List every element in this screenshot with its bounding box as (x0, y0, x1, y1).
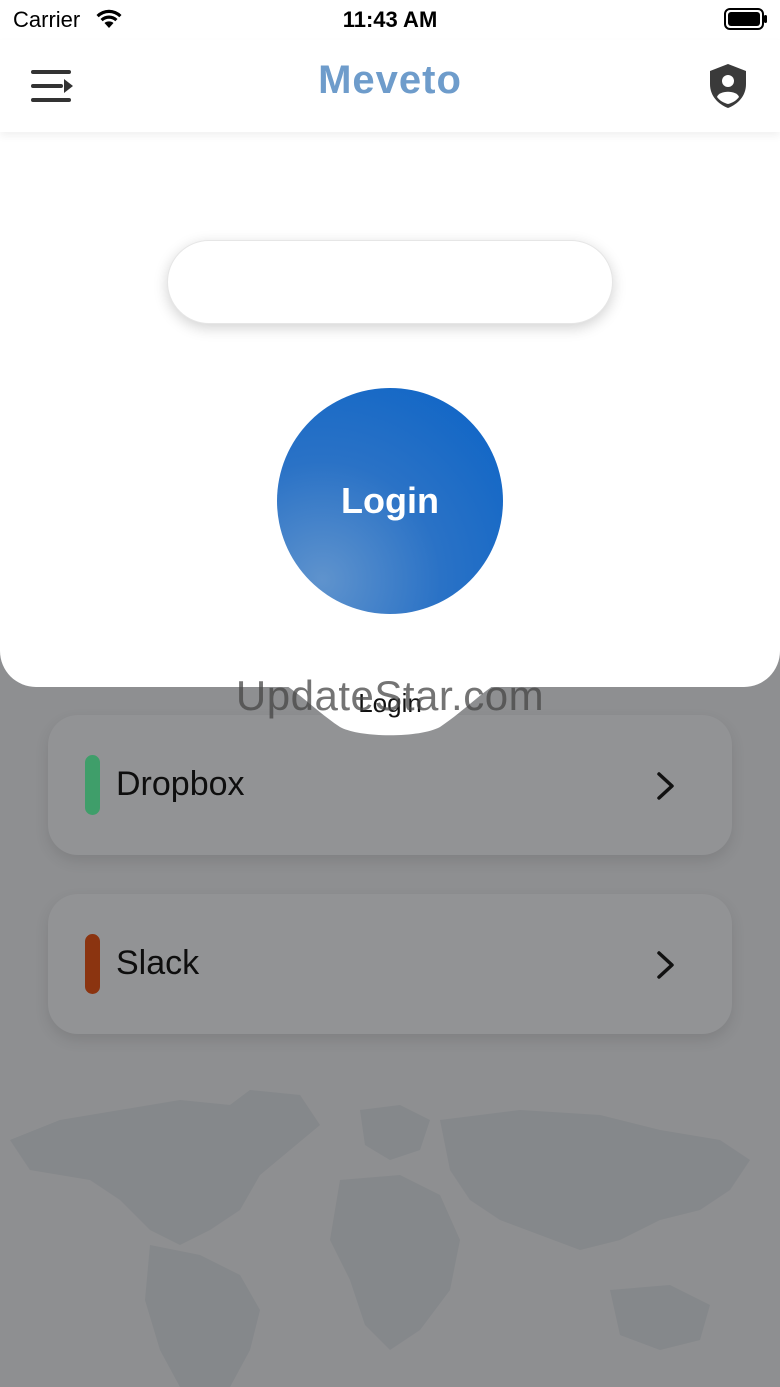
login-button-label: Login (341, 480, 439, 521)
battery-icon (724, 8, 767, 30)
service-color-bar (85, 755, 100, 815)
service-color-bar (85, 934, 100, 994)
identifier-input[interactable] (167, 240, 613, 324)
status-time: 11:43 AM (342, 7, 438, 32)
chevron-right-icon (657, 951, 674, 979)
status-bar: Carrier 11:43 AM (0, 0, 780, 40)
world-map-image (10, 1090, 750, 1387)
service-label: Dropbox (116, 765, 245, 803)
service-label: Slack (116, 944, 200, 982)
watermark-text: UpdateStar.com (235, 672, 545, 719)
nav-bar: Meveto (0, 40, 780, 132)
chevron-right-icon (657, 772, 674, 800)
shield-user-icon[interactable] (706, 62, 750, 110)
login-button[interactable]: Login (277, 388, 503, 614)
app-logo: Meveto (318, 58, 462, 102)
service-card-slack[interactable]: Slack (48, 894, 732, 1034)
